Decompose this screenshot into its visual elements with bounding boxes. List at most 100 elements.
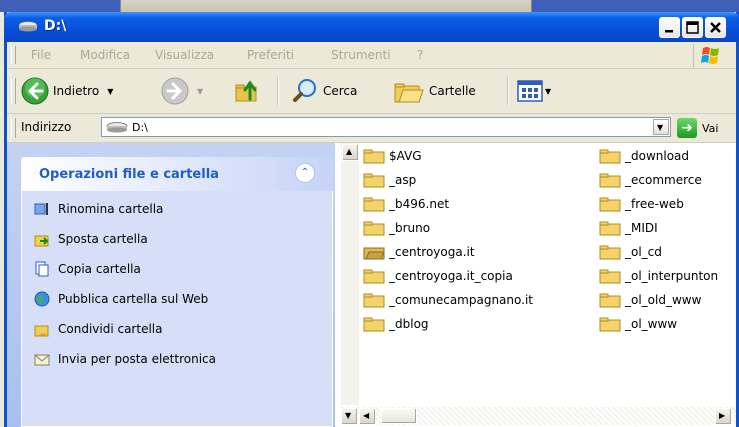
menu-help[interactable]: ?	[417, 48, 423, 62]
file-name: _centroyoga.it_copia	[389, 269, 513, 283]
scroll-up-button[interactable]: ▲	[342, 144, 359, 161]
address-bar: Indirizzo D:\ ▼ ➔ Vai	[7, 114, 736, 143]
vertical-scrollbar[interactable]: ▲	[341, 143, 359, 405]
chevron-up-icon: ⌃	[300, 167, 310, 178]
menubar-grip[interactable]	[11, 46, 16, 64]
folder-icon	[599, 293, 621, 308]
folders-button[interactable]: Cartelle	[393, 77, 476, 105]
task-rename-folder[interactable]: Rinomina cartella	[34, 201, 163, 217]
file-name: _ol_www	[625, 317, 678, 331]
task-publish-web[interactable]: Pubblica cartella sul Web	[34, 291, 208, 307]
drive-icon	[18, 21, 38, 32]
close-button[interactable]	[705, 17, 726, 38]
back-arrow-icon	[21, 77, 49, 105]
explorer-window: D:\ File Modifica Visualizza Preferiti S…	[4, 12, 739, 427]
toolbar-separator	[277, 77, 279, 105]
back-button[interactable]: Indietro ▼	[21, 77, 113, 105]
forward-arrow-icon	[161, 77, 189, 105]
horizontal-scroll-thumb[interactable]	[381, 408, 417, 424]
file-name: _MIDI	[625, 221, 658, 235]
address-input[interactable]: D:\ ▼	[101, 117, 671, 137]
forward-button[interactable]: ▼	[161, 77, 203, 105]
folder-item[interactable]: _free-web	[599, 196, 684, 212]
back-dropdown-icon[interactable]: ▼	[107, 87, 113, 96]
task-label: Condividi cartella	[58, 322, 163, 336]
maximize-icon	[686, 21, 699, 34]
go-label: Vai	[702, 121, 719, 135]
vertical-scroll-track[interactable]	[342, 165, 358, 401]
toolbar-grip[interactable]	[11, 78, 16, 104]
file-name: _download	[625, 149, 690, 163]
file-tasks-panel: Operazioni file e cartella ⌃ Rinomina ca…	[21, 157, 333, 427]
file-name: _comunecampagnano.it	[389, 293, 533, 307]
scroll-down-button[interactable]: ▼	[341, 408, 358, 425]
menu-file[interactable]: File	[31, 48, 51, 62]
views-dropdown-icon[interactable]: ▼	[545, 87, 551, 96]
globe-icon	[34, 291, 50, 307]
menu-strumenti[interactable]: Strumenti	[331, 48, 391, 62]
scroll-right-button[interactable]: ▶	[715, 408, 732, 425]
window-title: D:\	[44, 18, 67, 34]
collapse-button[interactable]: ⌃	[295, 163, 315, 183]
task-label: Copia cartella	[58, 262, 141, 276]
addressbar-grip[interactable]	[11, 118, 16, 138]
horizontal-scrollbar[interactable]: ▼ ◀ ▶	[341, 407, 736, 425]
menu-preferiti[interactable]: Preferiti	[247, 48, 294, 62]
folder-item[interactable]: _ol_old_www	[599, 292, 701, 308]
views-button[interactable]: ▼	[517, 79, 551, 103]
folder-icon	[363, 221, 385, 236]
title-bar[interactable]: D:\	[4, 12, 739, 42]
folder-item[interactable]: _b496.net	[363, 196, 449, 212]
folder-item[interactable]: _dblog	[363, 316, 429, 332]
up-folder-button[interactable]	[233, 77, 261, 105]
folder-item[interactable]: _ol_cd	[599, 244, 662, 260]
move-folder-icon	[34, 235, 49, 247]
arrow-right-icon: ▶	[719, 411, 726, 420]
folder-item[interactable]: _ol_interpunton	[599, 268, 718, 284]
file-name: _free-web	[625, 197, 684, 211]
menu-bar: File Modifica Visualizza Preferiti Strum…	[7, 42, 736, 69]
task-send-email[interactable]: Invia per posta elettronica	[34, 351, 216, 367]
folder-icon	[599, 245, 621, 260]
task-copy-folder[interactable]: Copia cartella	[34, 261, 141, 277]
folder-item[interactable]: _bruno	[363, 220, 430, 236]
folder-item[interactable]: _asp	[363, 172, 416, 188]
folder-icon	[599, 149, 621, 164]
menu-modifica[interactable]: Modifica	[80, 48, 130, 62]
folder-icon	[363, 173, 385, 188]
folder-item[interactable]: _ecommerce	[599, 172, 702, 188]
forward-dropdown-icon[interactable]: ▼	[197, 87, 203, 96]
copy-icon	[35, 261, 49, 277]
folder-item[interactable]: $AVG	[363, 148, 422, 164]
file-list: ▲ $AVG _asp _b496.net _bruno _centroyoga…	[335, 143, 736, 427]
panel-header[interactable]: Operazioni file e cartella ⌃	[21, 157, 333, 191]
folder-item[interactable]: _centroyoga.it	[363, 244, 475, 260]
task-label: Pubblica cartella sul Web	[58, 292, 209, 306]
minimize-button[interactable]	[659, 17, 680, 38]
scroll-left-button[interactable]: ◀	[359, 408, 376, 425]
drive-icon	[106, 122, 128, 133]
panel-title: Operazioni file e cartella	[39, 167, 219, 182]
file-name: _bruno	[389, 221, 431, 235]
folder-icon	[363, 149, 385, 164]
maximize-button[interactable]	[682, 17, 703, 38]
rename-icon	[34, 203, 48, 215]
task-share-folder[interactable]: Condividi cartella	[34, 321, 162, 337]
folder-icon	[363, 317, 385, 332]
address-dropdown-button[interactable]: ▼	[653, 119, 669, 135]
task-label: Invia per posta elettronica	[58, 352, 216, 366]
folder-item[interactable]: _ol_www	[599, 316, 677, 332]
toolbar-separator	[507, 77, 509, 105]
folder-item[interactable]: _MIDI	[599, 220, 658, 236]
folders-icon	[394, 83, 424, 103]
folder-item[interactable]: _comunecampagnano.it	[363, 292, 533, 308]
file-name: _ol_interpunton	[625, 269, 719, 283]
folder-item[interactable]: _centroyoga.it_copia	[363, 268, 513, 284]
task-move-folder[interactable]: Sposta cartella	[34, 231, 148, 247]
menu-visualizza[interactable]: Visualizza	[155, 48, 214, 62]
arrow-left-icon: ◀	[363, 411, 370, 420]
go-button[interactable]: ➔ Vai	[677, 118, 718, 138]
search-button[interactable]: Cerca	[291, 77, 357, 105]
folder-item[interactable]: _download	[599, 148, 689, 164]
arrow-down-icon: ▼	[345, 411, 352, 420]
